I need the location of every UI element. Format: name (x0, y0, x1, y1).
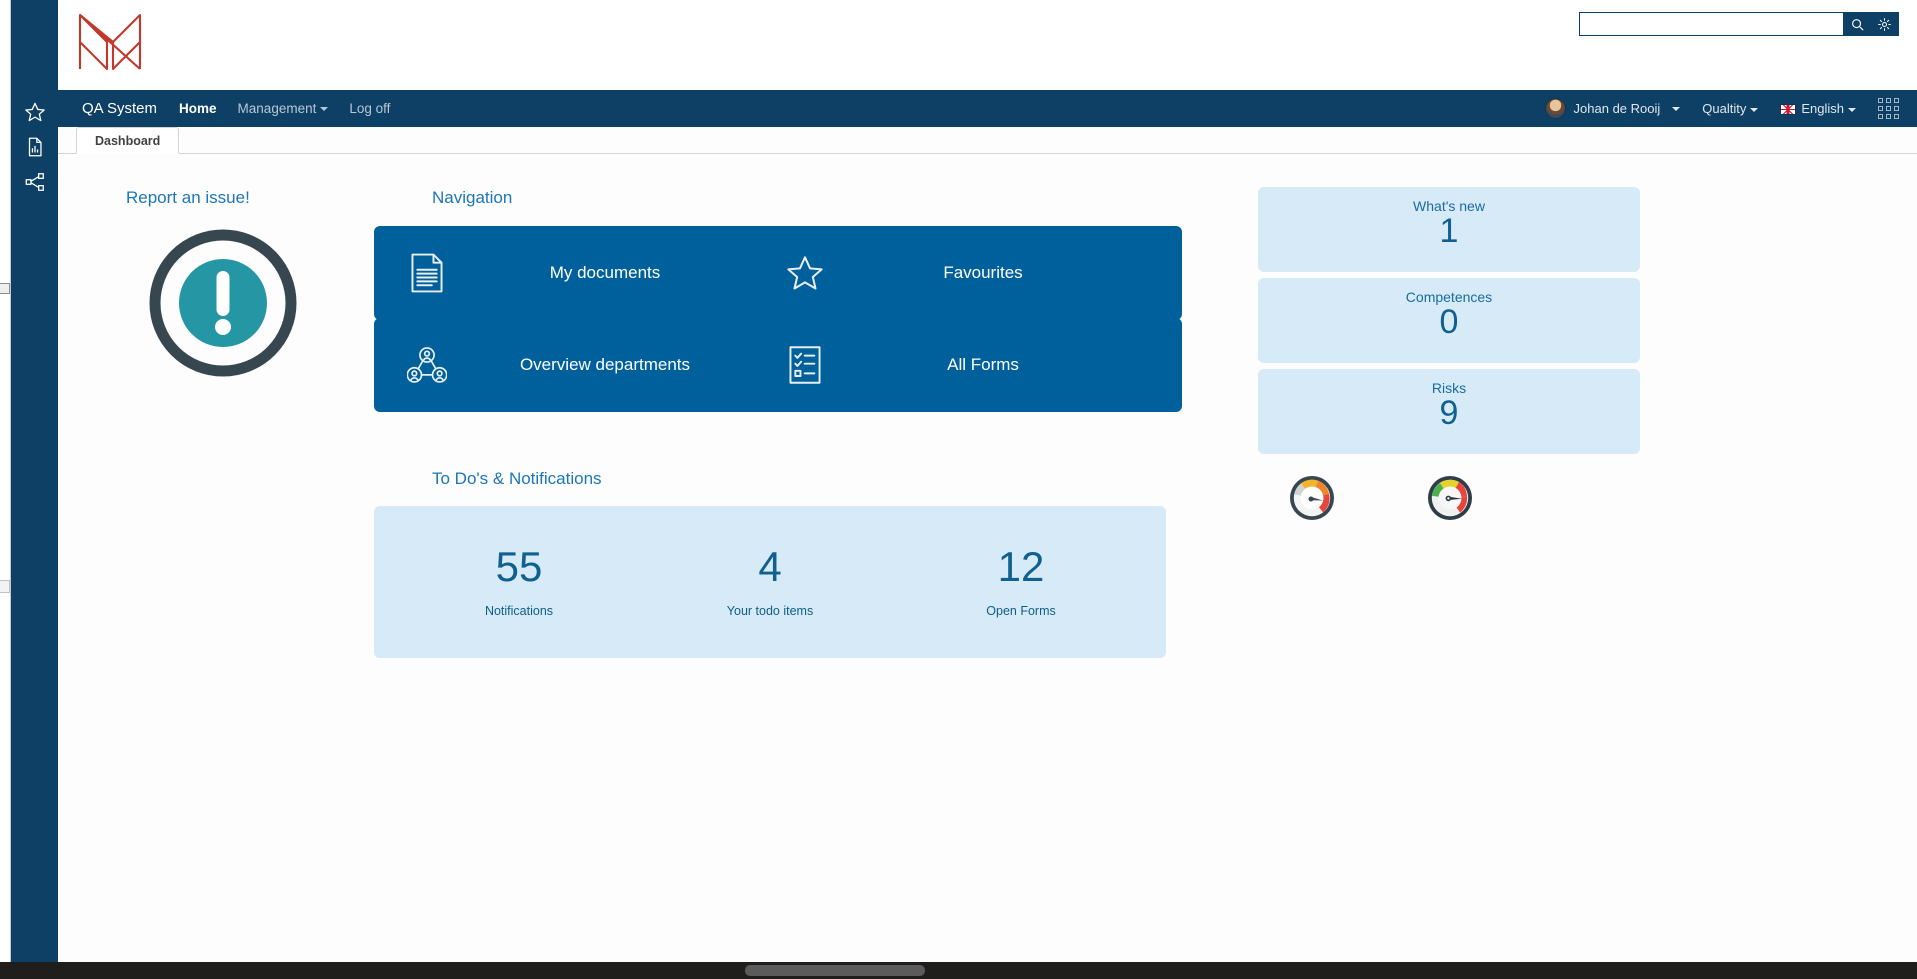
tile-my-documents[interactable]: My documents (374, 226, 804, 320)
stat-value: 12 (997, 543, 1045, 590)
rail-item-reports[interactable] (11, 130, 58, 168)
document-icon (374, 252, 480, 294)
star-icon (24, 101, 46, 128)
chevron-down-icon (1672, 106, 1681, 111)
browser-bottom-bar (0, 962, 1917, 979)
panel-whats-new[interactable]: What's new 1 (1258, 187, 1640, 272)
browser-viewport: QA System Home Management Log off Johan … (0, 0, 1917, 979)
panel-value: 9 (1439, 394, 1459, 432)
stat-your-todo-items[interactable]: 4 Your todo items (625, 506, 915, 658)
tile-overview-departments[interactable]: Overview departments (374, 318, 804, 412)
horizontal-scrollbar[interactable] (745, 965, 925, 976)
tile-favourites[interactable]: Favourites (752, 226, 1182, 320)
user-menu[interactable]: Johan de Rooij (1544, 98, 1681, 119)
uk-flag-icon (1780, 104, 1797, 116)
app-header (58, 0, 1917, 90)
language-menu[interactable]: English (1780, 101, 1856, 116)
main-navbar: QA System Home Management Log off Johan … (58, 90, 1917, 127)
panel-competences[interactable]: Competences 0 (1258, 278, 1640, 363)
side-panel-tab-1[interactable] (0, 283, 10, 294)
tab-dashboard[interactable]: Dashboard (76, 127, 180, 154)
stat-label: Your todo items (726, 604, 814, 618)
stat-label: Open Forms (986, 604, 1056, 618)
stat-notifications[interactable]: 55 Notifications (374, 506, 664, 658)
stat-open-forms[interactable]: 12 Open Forms (876, 506, 1166, 658)
rail-item-sitemap[interactable] (11, 165, 58, 203)
global-search (1579, 12, 1899, 36)
gear-icon[interactable] (1876, 16, 1893, 33)
nav-link-management[interactable]: Management (238, 101, 329, 116)
app-logo[interactable] (74, 9, 146, 75)
share-nodes-icon (24, 171, 46, 198)
user-name: Johan de Rooij (1573, 101, 1661, 116)
tile-label: All Forms (947, 355, 1019, 374)
rail-item-favourites[interactable] (11, 95, 58, 133)
nav-link-logoff[interactable]: Log off (349, 101, 390, 116)
tile-label: Favourites (943, 263, 1023, 282)
dashboard-canvas: Report an issue! Navigation My documents (58, 154, 1917, 962)
document-chart-icon (24, 136, 46, 163)
organisation-menu[interactable]: Qualtity (1702, 101, 1759, 116)
chevron-down-icon (1750, 107, 1759, 112)
chevron-down-icon (1848, 107, 1856, 112)
org-chart-icon (374, 344, 480, 386)
tile-all-forms[interactable]: All Forms (752, 318, 1182, 412)
exclamation-circle-icon[interactable] (146, 226, 300, 380)
todo-notifications-title: To Do's & Notifications (432, 469, 602, 488)
side-panel-tab-2[interactable] (0, 580, 10, 593)
navbar-brand[interactable]: QA System (82, 100, 157, 117)
gauge-row (1288, 474, 1474, 522)
stat-label: Notifications (484, 604, 554, 618)
navbar-right: Johan de Rooij Qualtity English (1544, 98, 1917, 119)
chevron-down-icon (320, 107, 329, 112)
report-issue-title: Report an issue! (126, 188, 250, 207)
search-input[interactable] (1579, 12, 1843, 36)
nav-link-home[interactable]: Home (179, 101, 217, 116)
search-buttons (1843, 12, 1899, 36)
browser-side-panel (0, 0, 11, 962)
tab-strip: Dashboard (58, 127, 1917, 154)
search-icon[interactable] (1849, 16, 1866, 33)
navigation-title: Navigation (432, 188, 513, 207)
left-rail (11, 0, 58, 962)
panel-risks[interactable]: Risks 9 (1258, 369, 1640, 454)
stat-value: 55 (495, 543, 543, 590)
grid-apps-icon[interactable] (1878, 98, 1899, 119)
avatar (1544, 98, 1566, 119)
panel-value: 0 (1439, 303, 1459, 341)
panel-value: 1 (1439, 212, 1459, 250)
star-outline-icon (752, 252, 858, 294)
stat-value: 4 (758, 543, 782, 590)
navbar-links: Home Management Log off (179, 101, 390, 116)
gauge-meter-color[interactable] (1426, 474, 1474, 522)
gauge-meter-grey[interactable] (1288, 474, 1336, 522)
checklist-icon (752, 344, 858, 386)
